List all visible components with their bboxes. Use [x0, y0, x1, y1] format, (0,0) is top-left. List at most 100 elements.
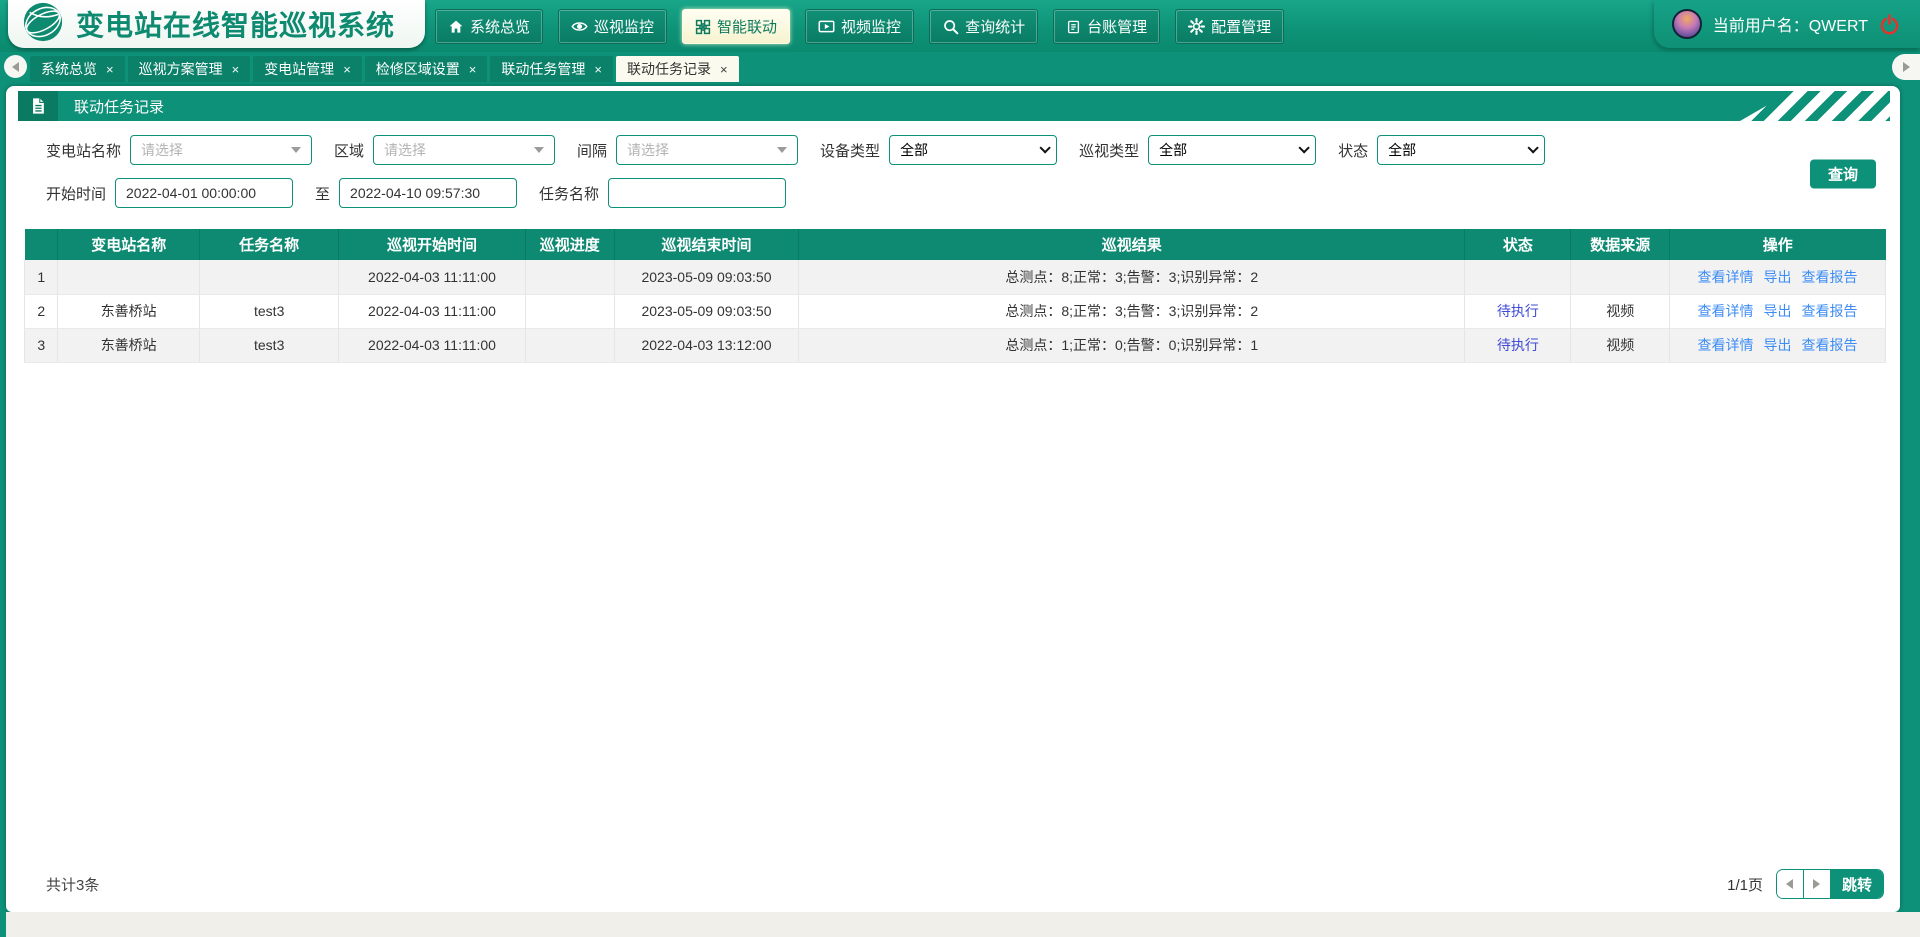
tab-联动任务记录[interactable]: 联动任务记录×	[616, 56, 739, 82]
area-select[interactable]: 请选择	[373, 135, 555, 165]
nav-button-台账管理[interactable]: 台账管理	[1053, 9, 1160, 44]
nav-button-视频监控[interactable]: 视频监控	[805, 9, 914, 44]
tab-close-icon[interactable]: ×	[106, 63, 114, 76]
tab-close-icon[interactable]: ×	[594, 63, 602, 76]
cell-task: test3	[199, 294, 339, 328]
end-time-input[interactable]	[339, 178, 517, 208]
table-row: 1 2022-04-03 11:11:00 2023-05-09 09:03:5…	[25, 260, 1886, 294]
start-time-input[interactable]	[115, 178, 293, 208]
records-table-wrap: 变电站名称 任务名称 巡视开始时间 巡视进度 巡视结束时间 巡视结果 状态 数据…	[24, 229, 1886, 363]
total-count: 共计3条	[46, 874, 99, 895]
content-panel: 联动任务记录 变电站名称 请选择 区域 请选择 间隔 请选择 设备类型 全部 巡…	[6, 86, 1900, 912]
to-label: 至	[315, 183, 330, 204]
cell-start-time: 2022-04-03 11:11:00	[339, 260, 525, 294]
nav-button-label: 视频监控	[841, 16, 901, 37]
cell-task	[199, 260, 339, 294]
tab-巡视方案管理[interactable]: 巡视方案管理 ×	[128, 56, 251, 82]
tab-close-icon[interactable]: ×	[232, 63, 240, 76]
interval-select[interactable]: 请选择	[616, 135, 798, 165]
cell-status: 待执行	[1465, 328, 1571, 362]
view-report-link[interactable]: 查看报告	[1802, 337, 1858, 353]
tab-scroll-right-button[interactable]	[1892, 54, 1920, 80]
patrol-type-label: 巡视类型	[1079, 140, 1139, 161]
video-icon	[818, 18, 835, 35]
view-details-link[interactable]: 查看详情	[1698, 269, 1754, 285]
tab-label: 变电站管理	[264, 59, 334, 79]
pagination: 1/1页 跳转	[1727, 869, 1884, 899]
col-result: 巡视结果	[799, 229, 1465, 260]
select-chevron-icon	[1040, 142, 1051, 153]
dropdown-arrow-icon	[291, 147, 301, 153]
cell-progress	[525, 328, 614, 362]
cell-status	[1465, 260, 1571, 294]
document-icon	[18, 91, 58, 121]
export-link[interactable]: 导出	[1764, 269, 1792, 285]
task-name-label: 任务名称	[539, 183, 599, 204]
app-title: 变电站在线智能巡视系统	[76, 4, 395, 44]
col-source: 数据来源	[1571, 229, 1670, 260]
nav-button-系统总览[interactable]: 系统总览	[435, 9, 543, 44]
nav-button-智能联动[interactable]: 智能联动	[682, 9, 790, 44]
status-select[interactable]: 全部	[1377, 135, 1545, 165]
device-type-label: 设备类型	[820, 140, 880, 161]
cell-source	[1571, 260, 1670, 294]
app-logo-box: 变电站在线智能巡视系统	[8, 0, 425, 48]
nav-button-label: 智能联动	[717, 16, 777, 37]
nav-button-label: 查询统计	[965, 16, 1025, 37]
logout-power-icon[interactable]	[1879, 14, 1900, 35]
pager-controls: 跳转	[1776, 869, 1884, 899]
col-station: 变电站名称	[58, 229, 199, 260]
patrol-type-select[interactable]: 全部	[1148, 135, 1316, 165]
eye-icon	[571, 18, 588, 35]
nav-button-label: 系统总览	[470, 16, 530, 37]
col-actions: 操作	[1670, 229, 1886, 260]
tab-scroll-left-button[interactable]	[4, 55, 27, 78]
next-page-button[interactable]	[1804, 870, 1831, 898]
view-details-link[interactable]: 查看详情	[1698, 303, 1754, 319]
dropdown-arrow-icon	[777, 147, 787, 153]
task-name-input[interactable]	[608, 178, 786, 208]
search-button[interactable]: 查询	[1810, 160, 1876, 189]
cell-end-time: 2023-05-09 09:03:50	[614, 260, 798, 294]
cell-end-time: 2023-05-09 09:03:50	[614, 294, 798, 328]
start-time-label: 开始时间	[46, 183, 106, 204]
cell-station: 东善桥站	[58, 294, 199, 328]
tab-close-icon[interactable]: ×	[343, 63, 351, 76]
user-avatar	[1672, 9, 1702, 39]
cell-actions: 查看详情导出查看报告	[1670, 260, 1886, 294]
tab-联动任务管理[interactable]: 联动任务管理×	[490, 56, 613, 82]
tab-label: 检修区域设置	[376, 59, 460, 79]
export-link[interactable]: 导出	[1764, 303, 1792, 319]
nav-button-巡视监控[interactable]: 巡视监控	[558, 9, 667, 44]
view-report-link[interactable]: 查看报告	[1802, 269, 1858, 285]
tab-close-icon[interactable]: ×	[469, 63, 477, 76]
tab-系统总览[interactable]: 系统总览×	[30, 56, 125, 82]
nav-button-配置管理[interactable]: 配置管理	[1175, 9, 1284, 44]
search-icon	[942, 18, 959, 35]
prev-page-button[interactable]	[1777, 870, 1804, 898]
records-table: 变电站名称 任务名称 巡视开始时间 巡视进度 巡视结束时间 巡视结果 状态 数据…	[24, 229, 1886, 363]
station-select[interactable]: 请选择	[130, 135, 312, 165]
col-start-time: 巡视开始时间	[339, 229, 525, 260]
cell-result: 总测点：8;正常：3;告警：3;识别异常：2	[799, 294, 1465, 328]
bottom-strip	[6, 912, 1920, 937]
tab-检修区域设置[interactable]: 检修区域设置 ×	[365, 56, 488, 82]
view-details-link[interactable]: 查看详情	[1698, 337, 1754, 353]
app-header: 变电站在线智能巡视系统 系统总览 巡视监控 智能联动 视频监控 查询统计 台账管理配置管理…	[0, 0, 1920, 52]
logo-globe-icon	[22, 1, 64, 48]
export-link[interactable]: 导出	[1764, 337, 1792, 353]
cell-station	[58, 260, 199, 294]
cell-index: 3	[25, 328, 58, 362]
cell-index: 1	[25, 260, 58, 294]
device-type-select[interactable]: 全部	[889, 135, 1057, 165]
nav-button-查询统计[interactable]: 查询统计	[929, 9, 1038, 44]
view-report-link[interactable]: 查看报告	[1802, 303, 1858, 319]
tab-close-icon[interactable]: ×	[720, 63, 728, 76]
cell-end-time: 2022-04-03 13:12:00	[614, 328, 798, 362]
chevron-right-icon	[1903, 62, 1910, 72]
col-status: 状态	[1465, 229, 1571, 260]
jump-page-button[interactable]: 跳转	[1831, 870, 1883, 898]
tab-变电站管理[interactable]: 变电站管理 ×	[253, 56, 362, 82]
col-index	[25, 229, 58, 260]
tab-label: 巡视方案管理	[139, 59, 223, 79]
